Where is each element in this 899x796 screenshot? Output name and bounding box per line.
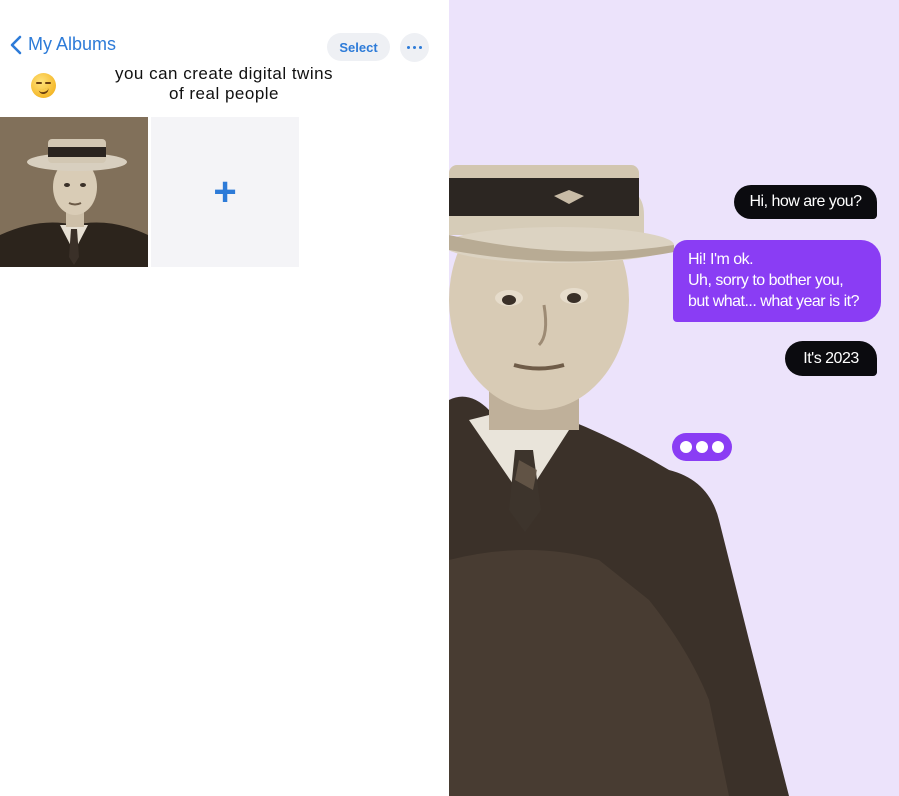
chat-message-text: It's 2023	[803, 349, 859, 367]
chat-panel: Hi, how are you? Hi! I'm ok. Uh, sorry t…	[449, 0, 899, 796]
more-button[interactable]	[400, 33, 429, 62]
plus-icon: +	[213, 170, 237, 214]
add-photo-tile[interactable]: +	[151, 117, 299, 267]
back-label: My Albums	[28, 34, 117, 54]
chat-message-outgoing-2: It's 2023	[785, 341, 877, 376]
vintage-portrait-image	[0, 117, 148, 267]
typing-indicator-icon	[672, 433, 732, 461]
back-button[interactable]: My Albums	[10, 34, 116, 55]
smirk-emoji-icon	[31, 73, 56, 98]
photo-thumbnail[interactable]	[0, 117, 148, 267]
more-icon	[407, 46, 410, 49]
chat-message-line: Uh, sorry to bother you,	[688, 272, 844, 289]
chat-message-outgoing-1: Hi, how are you?	[734, 185, 877, 219]
chat-message-text: Hi, how are you?	[749, 193, 862, 210]
caption-text: you can create digital twins of real peo…	[114, 64, 334, 103]
albums-panel: My Albums Select you can create digital …	[0, 0, 449, 796]
chat-message-incoming-1: Hi! I'm ok. Uh, sorry to bother you, but…	[673, 240, 881, 322]
select-button[interactable]: Select	[327, 33, 390, 61]
vintage-man-illustration	[449, 165, 789, 796]
chat-message-line: Hi! I'm ok.	[688, 251, 754, 268]
chevron-left-icon	[10, 35, 22, 54]
chat-message-line: but what... what year is it?	[688, 293, 859, 310]
